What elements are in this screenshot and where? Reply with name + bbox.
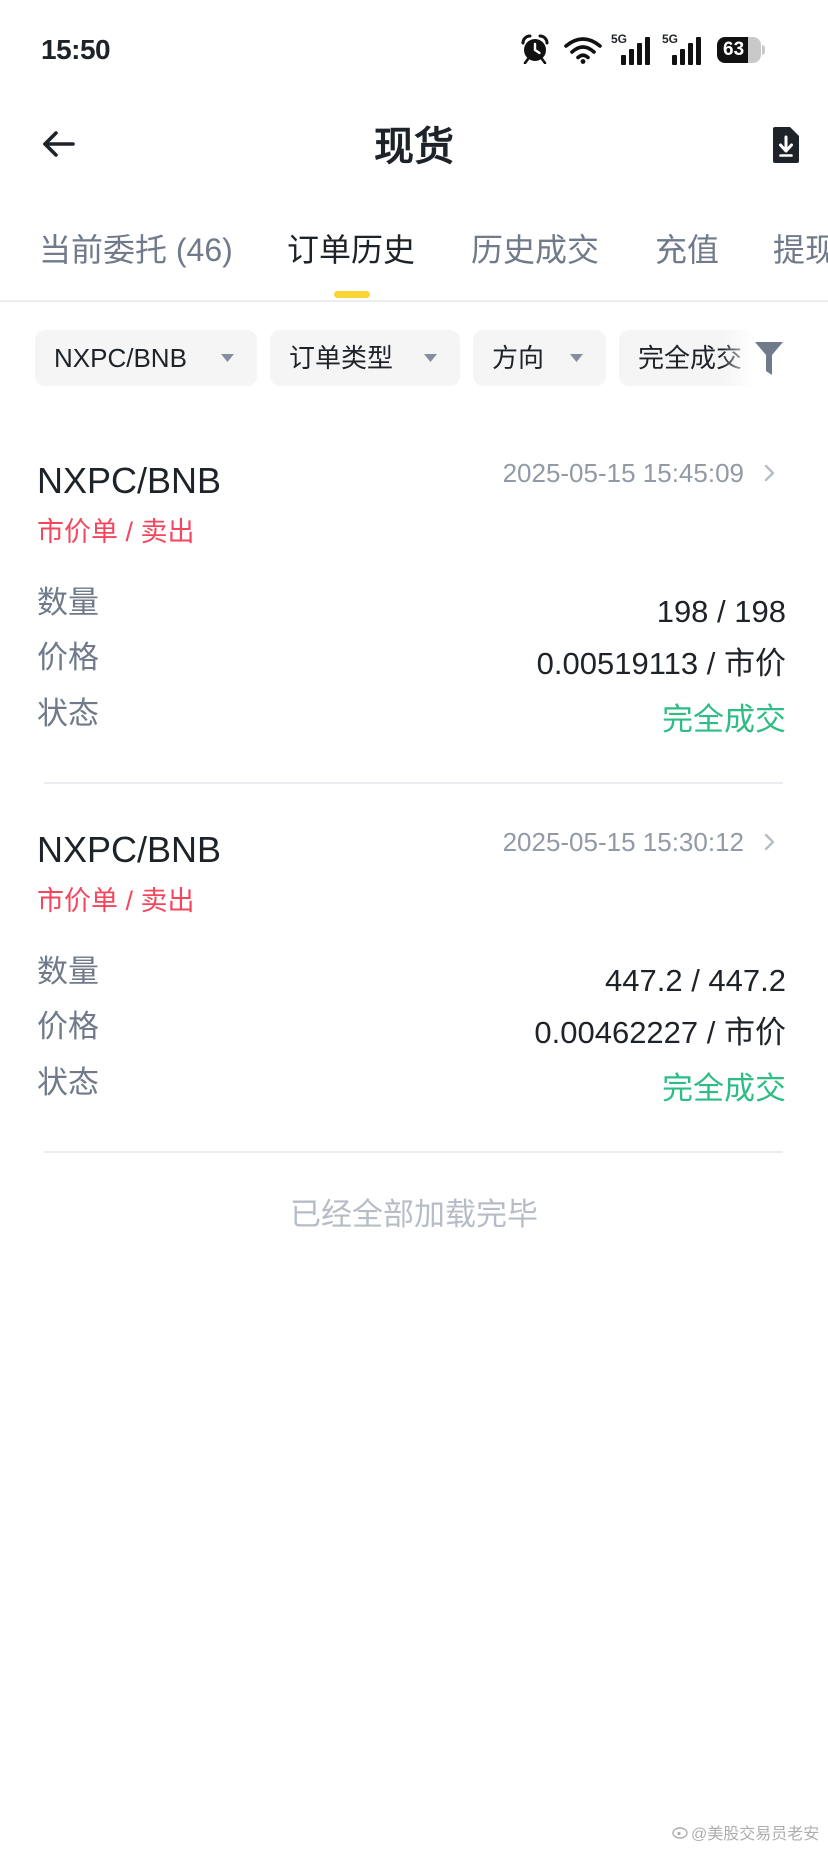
tab-trade-history[interactable]: 历史成交 [471, 230, 599, 270]
amount-value: 198 / 198 [656, 594, 786, 629]
filter-button[interactable] [752, 340, 786, 378]
tab-bar: 当前委托 (46) 订单历史 历史成交 充值 提现 [0, 230, 828, 301]
status-time: 15:50 [41, 34, 111, 65]
amount-value: 447.2 / 447.2 [605, 963, 786, 998]
tab-deposit[interactable]: 充值 [655, 230, 719, 270]
tab-divider [0, 300, 828, 302]
order-card[interactable]: NXPC/BNB 2025-05-15 15:45:09 市价单 / 卖出 数量… [0, 440, 828, 785]
all-loaded-message: 已经全部加载完毕 [290, 1197, 538, 1232]
watermark-logo-icon [672, 1827, 688, 1839]
status-bar: 15:50 5G 5G 63 [0, 0, 828, 95]
order-type-filter-label: 订单类型 [289, 343, 394, 373]
order-pair: NXPC/BNB [37, 460, 222, 501]
amount-label: 数量 [37, 954, 99, 989]
page-title: 现货 [374, 125, 454, 169]
tab-open-orders[interactable]: 当前委托 (46) [39, 230, 233, 270]
signal-5g-icon: 5G [662, 33, 706, 65]
chevron-right-icon [764, 833, 775, 851]
divider [44, 1151, 783, 1153]
order-type-side: 市价单 / 卖出 [37, 886, 195, 916]
caret-down-icon [221, 354, 234, 362]
battery-level: 63 [723, 39, 745, 60]
amount-label: 数量 [37, 585, 99, 620]
status-value: 完全成交 [662, 702, 786, 737]
caret-down-icon [424, 354, 437, 362]
price-label: 价格 [37, 1009, 99, 1044]
battery-icon: 63 [717, 37, 765, 63]
tab-order-history[interactable]: 订单历史 [287, 230, 415, 270]
wifi-icon [564, 36, 602, 64]
active-tab-indicator [334, 291, 370, 298]
price-value: 0.00462227 / 市价 [534, 1015, 786, 1050]
order-detail-link[interactable]: 2025-05-15 15:45:09 [503, 457, 775, 489]
chevron-right-icon [764, 464, 775, 482]
caret-down-icon [570, 354, 583, 362]
watermark: @美股交易员老安 [672, 1820, 819, 1844]
alarm-clock-icon [520, 34, 550, 65]
watermark-text: @美股交易员老安 [691, 1826, 820, 1843]
price-value: 0.00519113 / 市价 [536, 646, 786, 681]
price-label: 价格 [37, 640, 99, 675]
order-card[interactable]: NXPC/BNB 2025-05-15 15:30:12 市价单 / 卖出 数量… [0, 809, 828, 1154]
order-detail-link[interactable]: 2025-05-15 15:30:12 [503, 826, 775, 858]
status-label: 状态 [37, 696, 99, 731]
order-type-filter-dropdown[interactable]: 订单类型 [270, 330, 460, 386]
pair-filter-dropdown[interactable]: NXPC/BNB [35, 330, 257, 386]
pair-filter-label: NXPC/BNB [54, 343, 187, 373]
direction-filter-label: 方向 [492, 343, 545, 373]
signal-5g-icon: 5G [611, 33, 655, 65]
tab-withdraw[interactable]: 提现 [773, 230, 828, 270]
order-time: 2025-05-15 15:45:09 [502, 458, 744, 488]
direction-filter-dropdown[interactable]: 方向 [473, 330, 606, 386]
status-label: 状态 [37, 1065, 99, 1100]
download-document-icon [773, 127, 799, 163]
divider [44, 782, 783, 784]
order-type-side: 市价单 / 卖出 [37, 517, 195, 547]
download-button[interactable] [771, 125, 801, 165]
funnel-icon [755, 342, 783, 375]
order-pair: NXPC/BNB [37, 829, 222, 870]
status-value: 完全成交 [662, 1071, 786, 1106]
order-time: 2025-05-15 15:30:12 [502, 827, 744, 857]
